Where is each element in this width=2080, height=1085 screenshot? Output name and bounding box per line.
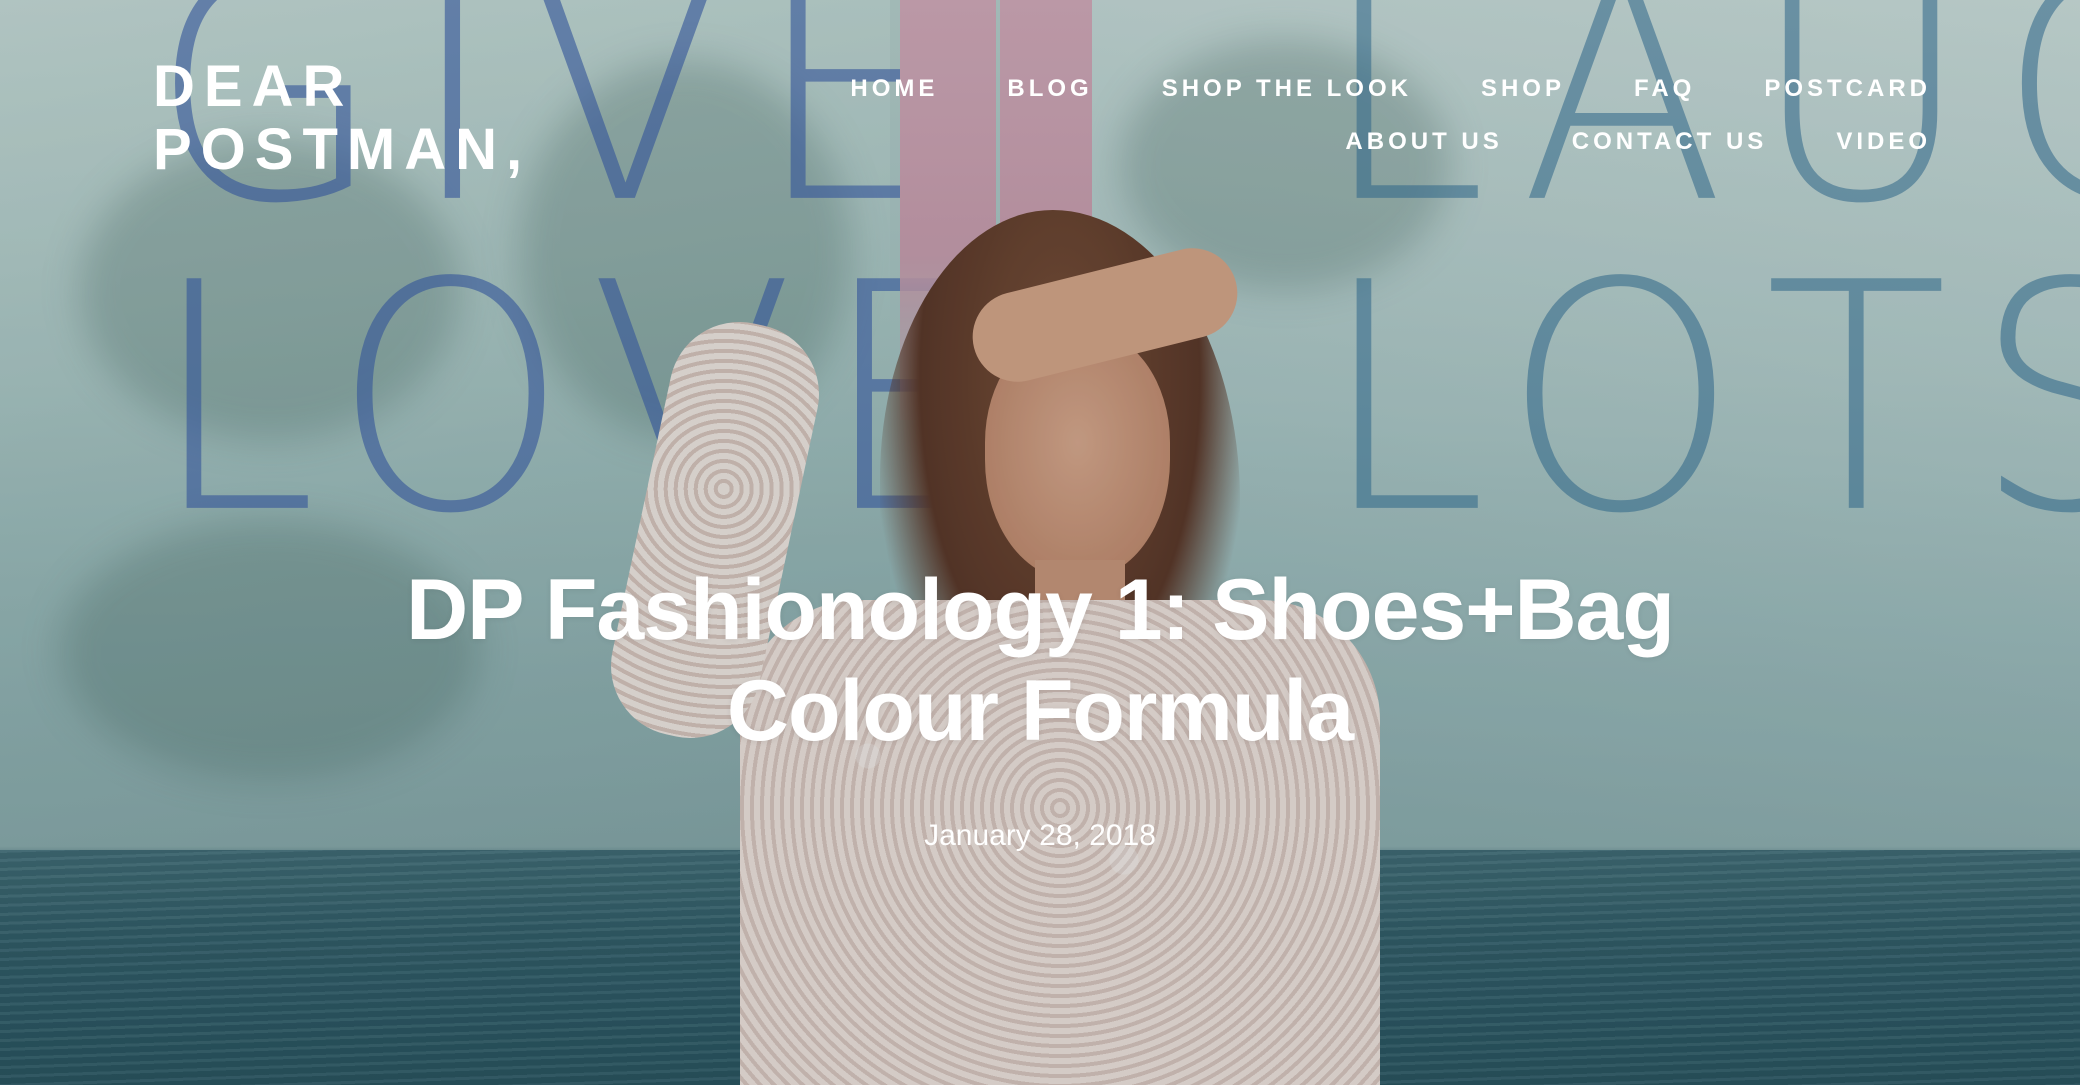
logo-line: POSTMAN,: [153, 117, 532, 182]
nav-row-primary: HOME BLOG SHOP THE LOOK SHOP FAQ POSTCAR…: [731, 75, 1931, 128]
page: GIVE LOVE LAUGH LOTS DEAR POSTMAN, HOME …: [0, 0, 2080, 1085]
post-title: DP Fashionology 1: Shoes+Bag Colour Form…: [280, 560, 1800, 762]
nav-link-about-us[interactable]: ABOUT US: [1345, 128, 1502, 156]
logo-line: DEAR: [153, 54, 354, 119]
nav-link-home[interactable]: HOME: [850, 75, 938, 103]
nav-link-faq[interactable]: FAQ: [1634, 75, 1695, 103]
post-title-line: Colour Formula: [726, 663, 1354, 759]
post-title-line: DP Fashionology 1: Shoes+Bag: [406, 562, 1675, 658]
site-logo[interactable]: DEAR POSTMAN,: [153, 55, 531, 181]
nav-link-shop-the-look[interactable]: SHOP THE LOOK: [1162, 75, 1412, 103]
nav-link-contact-us[interactable]: CONTACT US: [1572, 128, 1768, 156]
nav-link-postcard[interactable]: POSTCARD: [1764, 75, 1931, 103]
site-header: DEAR POSTMAN, HOME BLOG SHOP THE LOOK SH…: [0, 0, 2080, 190]
main-navigation: HOME BLOG SHOP THE LOOK SHOP FAQ POSTCAR…: [731, 75, 1931, 181]
nav-row-secondary: ABOUT US CONTACT US VIDEO: [731, 128, 1931, 181]
nav-link-video[interactable]: VIDEO: [1836, 128, 1931, 156]
nav-link-blog[interactable]: BLOG: [1007, 75, 1092, 103]
post-date: January 28, 2018: [924, 819, 1156, 852]
nav-link-shop[interactable]: SHOP: [1481, 75, 1565, 103]
